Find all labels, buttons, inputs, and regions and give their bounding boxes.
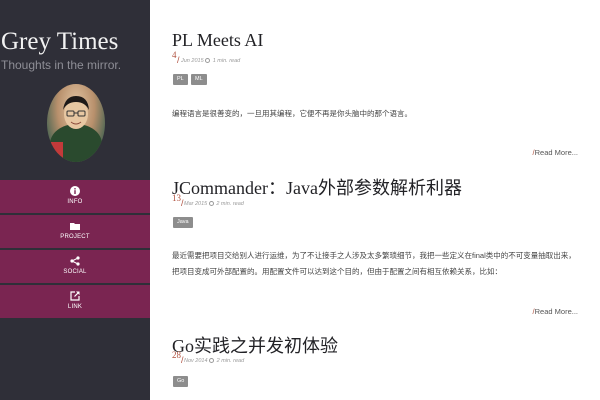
post-date: Nov 2014 xyxy=(184,358,208,364)
read-more-link[interactable]: /Read More... xyxy=(533,148,578,157)
nav-label: SOCIAL xyxy=(63,269,87,275)
tag-ml[interactable]: ML xyxy=(191,74,207,85)
post-day: 28 xyxy=(172,350,181,360)
site-tagline: Thoughts in the mirror. xyxy=(1,58,122,72)
info-icon xyxy=(70,186,80,196)
post-meta: Mar 2015 2 min. read xyxy=(184,201,244,207)
tag-pl[interactable]: PL xyxy=(173,74,188,85)
post-meta: Nov 2014 2 min. read xyxy=(184,358,244,364)
read-more-link[interactable]: /Read More... xyxy=(533,307,578,316)
nav-item-link[interactable]: LINK xyxy=(0,285,150,318)
nav-label: LINK xyxy=(67,304,83,310)
nav-label: INFO xyxy=(67,199,83,205)
post-date: Mar 2015 xyxy=(184,201,208,207)
clock-icon xyxy=(205,58,211,63)
folder-icon xyxy=(70,223,80,230)
date-divider: / xyxy=(177,55,180,65)
nav-item-project[interactable]: PROJECT xyxy=(0,215,150,248)
nav-item-social[interactable]: SOCIAL xyxy=(0,250,150,283)
post-date: Jun 2015 xyxy=(181,58,204,64)
post-meta: Jun 2015 1 min. read xyxy=(181,58,240,64)
clock-icon xyxy=(209,358,215,363)
post-excerpt: 编程语言是很善变的，一旦用其编程，它便不再是你头脑中的那个语言。 xyxy=(172,109,412,118)
post-day: 4 xyxy=(172,50,177,60)
share-icon xyxy=(70,256,80,266)
nav-item-info[interactable]: INFO xyxy=(0,180,150,213)
site-title[interactable]: Grey Times xyxy=(1,28,118,56)
post-read-time: 1 min. read xyxy=(212,58,241,64)
post-day: 13 xyxy=(172,193,181,203)
tag-java[interactable]: Java xyxy=(173,217,193,228)
post-title[interactable]: Go实践之并发初体验 xyxy=(172,332,338,358)
post-excerpt: 最近需要把项目交给别人进行运维，为了不让接手之人涉及太多繁琐细节，我把一些定义在… xyxy=(172,251,576,276)
sidebar: Grey Times Thoughts in the mirror. INFO … xyxy=(0,0,150,400)
post-read-time: 2 min. read xyxy=(216,201,244,207)
clock-icon xyxy=(208,201,214,206)
nav-label: PROJECT xyxy=(60,234,90,240)
avatar xyxy=(47,84,105,162)
tag-go[interactable]: Go xyxy=(173,376,189,387)
post-title[interactable]: JCommander：Java外部参数解析利器 xyxy=(172,174,462,200)
external-link-icon xyxy=(70,291,80,301)
post-read-time: 2 min. read xyxy=(216,358,245,364)
post-title[interactable]: PL Meets AI xyxy=(172,30,263,51)
